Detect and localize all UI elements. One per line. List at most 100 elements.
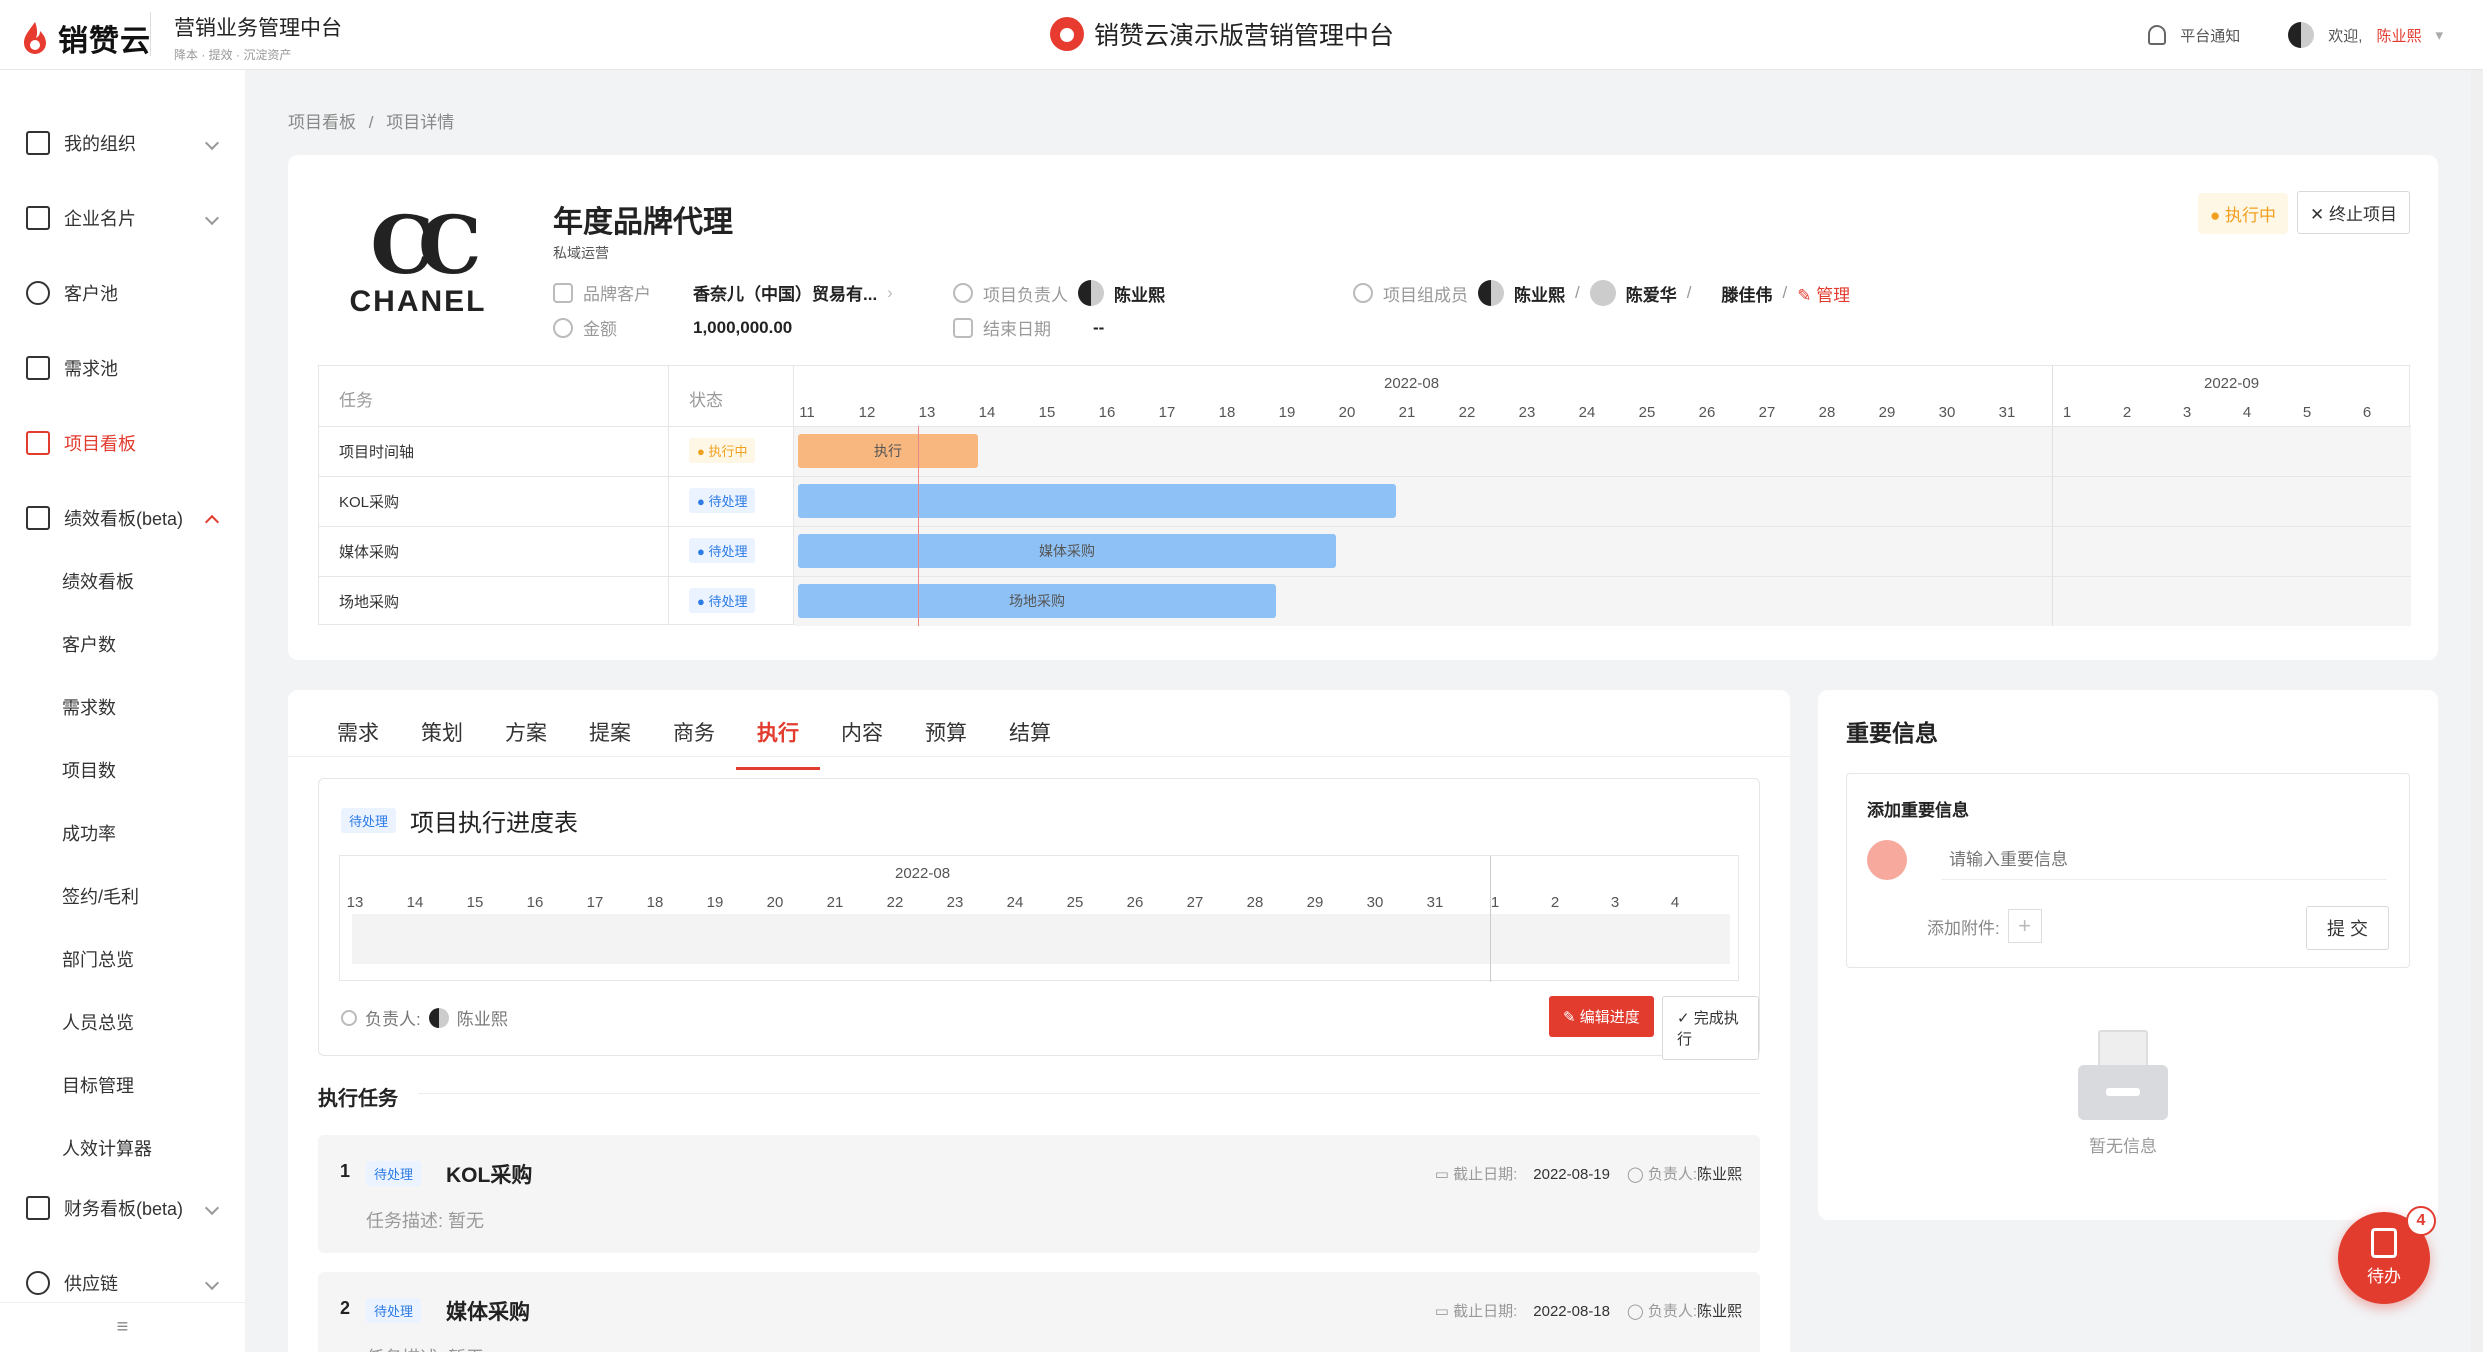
brand-client-label: 品牌客户: [583, 285, 651, 304]
sidebar-item-company[interactable]: 企业名片: [0, 187, 245, 249]
sidebar-sub-demands[interactable]: 需求数: [62, 676, 116, 738]
brand-block: 营销业务管理中台 降本 · 提效 · 沉淀资产: [174, 12, 342, 63]
bell-icon[interactable]: [2148, 25, 2167, 45]
sidebar-item-project-board[interactable]: 项目看板: [0, 412, 245, 474]
task-card[interactable]: 2 待处理 媒体采购 任务描述: 暂无 ▭ 截止日期: 2022-08-18 ◯ …: [318, 1272, 1760, 1352]
project-members: 项目组成员 陈业熙 / 陈爱华 / 滕佳伟 / ✎ 管理: [1353, 280, 1850, 306]
avatar: [1589, 280, 1616, 306]
manage-link[interactable]: ✎ 管理: [1797, 281, 1850, 306]
add-info-title: 添加重要信息: [1867, 801, 1969, 820]
owner-label: 负责人:: [1647, 1303, 1697, 1320]
add-attachment-button[interactable]: +: [2007, 909, 2042, 943]
schedule-day-label: 31: [1426, 894, 1444, 911]
tab-8[interactable]: 结算: [988, 710, 1072, 770]
user-name[interactable]: 陈业熙: [2376, 25, 2421, 46]
gantt-bar[interactable]: [798, 484, 1396, 518]
avatar[interactable]: [2288, 22, 2315, 48]
tab-6[interactable]: 内容: [820, 710, 904, 770]
sidebar-sub-people[interactable]: 人员总览: [62, 991, 134, 1053]
add-info-box: 添加重要信息 添加附件: + 提 交: [1846, 773, 2410, 968]
stop-project-button[interactable]: ✕ 终止项目: [2297, 191, 2410, 234]
month-divider: [1490, 856, 1491, 982]
tab-7[interactable]: 预算: [904, 710, 988, 770]
brand-client-value[interactable]: 香奈儿（中国）贸易有...: [693, 280, 877, 305]
gantt-task-name[interactable]: KOL采购: [339, 491, 399, 512]
gantt-day-label: 29: [1878, 404, 1896, 421]
app-logo[interactable]: 销赞云: [20, 16, 151, 60]
gantt-day-label: 25: [1638, 404, 1656, 421]
sidebar-sub-targets[interactable]: 目标管理: [62, 1054, 134, 1116]
chevron-down-icon: [204, 210, 220, 226]
brand-client: 品牌客户 香奈儿（中国）贸易有... ›: [553, 280, 893, 305]
task-card[interactable]: 1 待处理 KOL采购 任务描述: 暂无 ▭ 截止日期: 2022-08-19 ◯…: [318, 1135, 1760, 1253]
info-input[interactable]: [1941, 840, 2387, 880]
tab-4[interactable]: 商务: [652, 710, 736, 770]
sidebar-sub-customers[interactable]: 客户数: [62, 613, 116, 675]
due-label: 截止日期:: [1453, 1166, 1518, 1183]
chevron-right-icon[interactable]: ›: [887, 283, 893, 303]
task-badge: 待处理: [366, 1161, 422, 1186]
sidebar-sub-departments[interactable]: 部门总览: [62, 928, 134, 990]
sidebar-item-demands[interactable]: 需求池: [0, 337, 245, 399]
gantt-day-label: 28: [1818, 404, 1836, 421]
schedule-day-label: 20: [766, 894, 784, 911]
collapse-menu-icon[interactable]: ≡: [0, 1302, 245, 1352]
gantt-task-name[interactable]: 场地采购: [339, 591, 399, 612]
tab-divider: [288, 756, 1790, 757]
sidebar-sub-projects[interactable]: 项目数: [62, 739, 116, 801]
sidebar-sub-contract[interactable]: 签约/毛利: [62, 865, 139, 927]
project-title: 年度品牌代理: [553, 206, 733, 239]
user-icon: [953, 283, 973, 303]
gantt-state-text: 待处理: [708, 544, 748, 559]
team-icon: [1353, 283, 1373, 303]
gantt-bar[interactable]: 媒体采购: [798, 534, 1336, 568]
breadcrumb-root[interactable]: 项目看板: [288, 113, 356, 132]
gantt-bar[interactable]: 执行: [798, 434, 978, 468]
gantt-row: [319, 576, 2411, 626]
gantt-day-label: 26: [1698, 404, 1716, 421]
top-right-tools: 平台通知 欢迎, 陈业熙 ▾: [2148, 22, 2443, 48]
gantt-row: [319, 526, 2411, 576]
section-title: 执行任务: [318, 1088, 398, 1110]
sidebar-item-org[interactable]: 我的组织: [0, 112, 245, 174]
avatar: [1078, 280, 1104, 306]
task-owner: ◯ 负责人:陈业熙: [1627, 1300, 1742, 1321]
todo-fab-button[interactable]: 待办 4: [2338, 1206, 2436, 1304]
tab-2[interactable]: 方案: [484, 710, 568, 770]
complete-button[interactable]: ✓ 完成执行: [1662, 996, 1759, 1060]
gantt-day-label: 30: [1938, 404, 1956, 421]
submit-button[interactable]: 提 交: [2305, 906, 2389, 950]
amount: 金额 1,000,000.00: [553, 315, 792, 340]
sidebar-sub-success-rate[interactable]: 成功率: [62, 802, 116, 864]
schedule-day-label: 24: [1006, 894, 1024, 911]
page-scrollbar[interactable]: [2471, 70, 2483, 1352]
sidebar-item-finance[interactable]: 财务看板(beta): [0, 1177, 245, 1239]
sidebar-item-customers[interactable]: 客户池: [0, 262, 245, 324]
gantt-state-text: 待处理: [708, 494, 748, 509]
end-value: --: [1093, 317, 1105, 337]
chevron-down-icon[interactable]: ▾: [2435, 26, 2443, 44]
gantt-month-label: 2022-08: [1384, 375, 1440, 392]
gantt-task-name[interactable]: 项目时间轴: [339, 441, 414, 462]
brand-slogan: 降本 · 提效 · 沉淀资产: [174, 48, 292, 62]
notice-link[interactable]: 平台通知: [2180, 25, 2240, 46]
tab-3[interactable]: 提案: [568, 710, 652, 770]
coin-icon: [553, 317, 573, 338]
schedule-day-label: 18: [646, 894, 664, 911]
sidebar-item-performance[interactable]: 绩效看板(beta): [0, 487, 245, 549]
due-label: 截止日期:: [1453, 1303, 1518, 1320]
tab-1[interactable]: 策划: [400, 710, 484, 770]
sidebar-item-label: 供应链: [64, 1274, 118, 1294]
gantt-state-cell: ● 待处理: [689, 488, 756, 513]
schedule-day-label: 13: [346, 894, 364, 911]
gantt-day-label: 16: [1098, 404, 1116, 421]
edit-progress-button[interactable]: ✎ 编辑进度: [1549, 996, 1654, 1037]
tab-0[interactable]: 需求: [316, 710, 400, 770]
tab-5[interactable]: 执行: [736, 710, 820, 770]
gantt-head-task: 任务: [339, 391, 373, 410]
gantt-task-name[interactable]: 媒体采购: [339, 541, 399, 562]
gantt-bar[interactable]: 场地采购: [798, 584, 1276, 618]
sidebar-sub-performance[interactable]: 绩效看板: [62, 550, 134, 612]
sidebar-sub-calculator[interactable]: 人效计算器: [62, 1117, 152, 1179]
brand-dot-icon: [1050, 17, 1084, 51]
